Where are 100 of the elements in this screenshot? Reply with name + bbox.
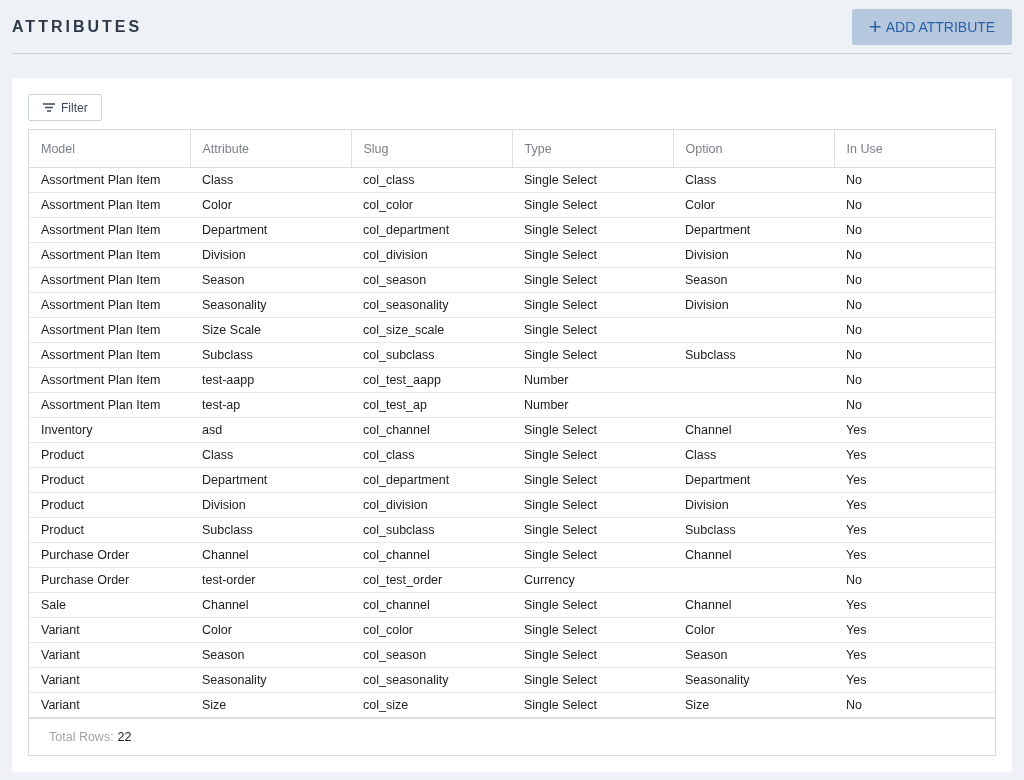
filter-button[interactable]: Filter [28, 94, 102, 121]
column-header[interactable]: Attribute [190, 130, 351, 168]
table-cell: Size [673, 692, 834, 717]
table-cell: Color [190, 617, 351, 643]
table-cell: Assortment Plan Item [29, 167, 190, 193]
table-cell: No [834, 567, 995, 593]
table-cell: Channel [673, 417, 834, 443]
table-cell: Currency [512, 567, 673, 593]
table-cell: Division [190, 492, 351, 518]
column-header[interactable]: In Use [834, 130, 995, 168]
table-cell: col_class [351, 167, 512, 193]
table-cell: Yes [834, 617, 995, 643]
table-cell: Yes [834, 592, 995, 618]
table-cell: Seasonality [190, 667, 351, 693]
column-header[interactable]: Model [29, 130, 190, 168]
table-cell: Single Select [512, 167, 673, 193]
table-cell: Single Select [512, 592, 673, 618]
table-cell: Assortment Plan Item [29, 192, 190, 218]
table-cell: Department [190, 467, 351, 493]
table-cell: No [834, 267, 995, 293]
table-cell: Class [190, 442, 351, 468]
table-cell: test-ap [190, 392, 351, 418]
table-cell: Season [190, 267, 351, 293]
table-cell: No [834, 217, 995, 243]
table-cell: Division [673, 242, 834, 268]
table-cell: No [834, 292, 995, 318]
table-cell: Class [190, 167, 351, 193]
table-cell: Channel [673, 542, 834, 568]
table-cell: col_class [351, 442, 512, 468]
column-header[interactable]: Option [673, 130, 834, 168]
table-cell: Variant [29, 617, 190, 643]
table-cell: Assortment Plan Item [29, 392, 190, 418]
table-cell: Seasonality [190, 292, 351, 318]
table-cell: col_department [351, 217, 512, 243]
table-cell: col_subclass [351, 342, 512, 368]
table-cell: col_test_order [351, 567, 512, 593]
table-cell: Single Select [512, 242, 673, 268]
table-cell: col_seasonality [351, 667, 512, 693]
table-cell: No [834, 317, 995, 343]
table-cell: Size Scale [190, 317, 351, 343]
table-cell: Single Select [512, 542, 673, 568]
table-cell: Yes [834, 442, 995, 468]
table-cell: col_subclass [351, 517, 512, 543]
table-cell: Single Select [512, 217, 673, 243]
table-cell: Channel [673, 592, 834, 618]
table-cell: col_size [351, 692, 512, 717]
table-cell: col_size_scale [351, 317, 512, 343]
table-cell: col_season [351, 267, 512, 293]
table-cell: Purchase Order [29, 567, 190, 593]
column-header[interactable]: Slug [351, 130, 512, 168]
table-cell: No [834, 692, 995, 717]
table-cell: Variant [29, 642, 190, 668]
table-cell: Yes [834, 492, 995, 518]
table-cell: Subclass [190, 517, 351, 543]
table-cell: No [834, 242, 995, 268]
filter-icon [43, 103, 55, 112]
table-cell: Size [190, 692, 351, 717]
add-attribute-button[interactable]: + ADD ATTRIBUTE [852, 8, 1012, 45]
table-cell: col_test_ap [351, 392, 512, 418]
table-cell: Yes [834, 517, 995, 543]
table-cell: Color [190, 192, 351, 218]
table-cell: Purchase Order [29, 542, 190, 568]
table-cell: col_department [351, 467, 512, 493]
table-cell: Inventory [29, 417, 190, 443]
table-cell: col_channel [351, 592, 512, 618]
table-cell: Season [673, 642, 834, 668]
table-cell: Variant [29, 667, 190, 693]
table-cell: asd [190, 417, 351, 443]
table-cell: col_color [351, 617, 512, 643]
table-cell: test-order [190, 567, 351, 593]
page-title: ATTRIBUTES [12, 17, 143, 36]
table-cell: No [834, 392, 995, 418]
table-cell: Single Select [512, 342, 673, 368]
table-cell: Assortment Plan Item [29, 317, 190, 343]
table-cell: Division [190, 242, 351, 268]
table-cell: Assortment Plan Item [29, 267, 190, 293]
total-rows-label: Total Rows: [49, 730, 114, 744]
table-cell: test-aapp [190, 367, 351, 393]
table-cell: Yes [834, 417, 995, 443]
table-cell: col_season [351, 642, 512, 668]
table-cell: Single Select [512, 517, 673, 543]
table-cell: col_test_aapp [351, 367, 512, 393]
table-cell: Product [29, 442, 190, 468]
table-cell: Yes [834, 667, 995, 693]
table-cell: Single Select [512, 292, 673, 318]
table-cell: Single Select [512, 617, 673, 643]
table-cell: Class [673, 167, 834, 193]
table-cell: Seasonality [673, 667, 834, 693]
table-cell: col_channel [351, 417, 512, 443]
column-header[interactable]: Type [512, 130, 673, 168]
table-cell: Single Select [512, 692, 673, 717]
table-cell: Single Select [512, 317, 673, 343]
table-cell: col_division [351, 242, 512, 268]
table-cell: Yes [834, 542, 995, 568]
table-cell: Subclass [673, 517, 834, 543]
table-cell: Single Select [512, 192, 673, 218]
table-cell: No [834, 367, 995, 393]
table-cell: Season [190, 642, 351, 668]
table-cell: Division [673, 492, 834, 518]
table-cell: Assortment Plan Item [29, 242, 190, 268]
